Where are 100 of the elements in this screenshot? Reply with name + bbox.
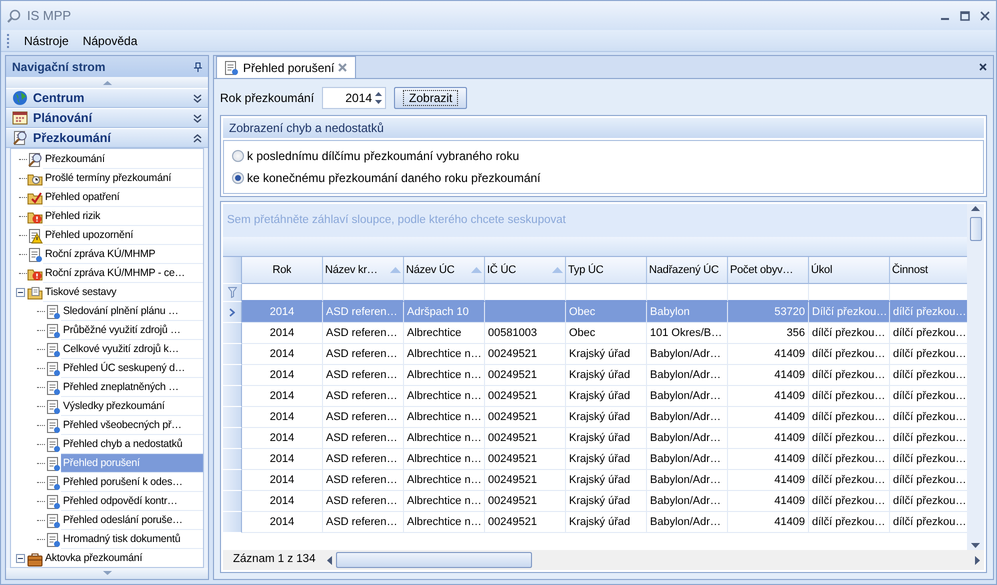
collapse-toggle[interactable]: [16, 554, 25, 563]
table-cell: 00249521: [485, 428, 566, 449]
scrollbar-thumb[interactable]: [970, 217, 982, 241]
group-title: Zobrazení chyb a nedostatků: [229, 120, 384, 137]
table-cell: ASD referen…: [323, 512, 404, 533]
maximize-icon[interactable]: [960, 10, 970, 20]
close-icon[interactable]: [979, 63, 987, 71]
table-cell: 41409: [728, 407, 809, 428]
row-header[interactable]: [223, 386, 242, 407]
table-cell: ASD referen…: [323, 344, 404, 365]
table-cell: 41409: [728, 491, 809, 512]
vertical-scrollbar[interactable]: [967, 204, 984, 550]
tree-item[interactable]: Tiskové sestavy: [43, 283, 203, 302]
table-cell: 2014: [242, 470, 323, 491]
panel-title: Navigační strom: [12, 58, 106, 76]
table-cell: 41409: [728, 386, 809, 407]
column-header[interactable]: Činnost: [890, 257, 967, 284]
radio-button[interactable]: [232, 172, 244, 184]
table-cell: Albrechtice n…: [404, 428, 485, 449]
table-cell: dílčí přezkou…: [809, 386, 890, 407]
tab-label[interactable]: Přehled porušení: [243, 58, 334, 76]
splitter-arrow-icon[interactable]: [102, 571, 112, 576]
row-header[interactable]: [223, 470, 242, 491]
menu-item[interactable]: Nástroje: [24, 32, 69, 50]
column-header[interactable]: Název kr…: [323, 257, 404, 284]
row-header[interactable]: [223, 428, 242, 449]
table-cell: Albrechtice n…: [404, 449, 485, 470]
tree-item[interactable]: Hromadný tisk dokumentů: [61, 530, 203, 549]
tree-item[interactable]: Průběžné využití zdrojů …: [61, 321, 203, 340]
row-header[interactable]: [223, 323, 242, 344]
table-cell: Obec: [566, 302, 647, 323]
column-header[interactable]: Nadřazený ÚC: [647, 257, 728, 284]
tree-item[interactable]: Přehled ÚC seskupený d…: [61, 359, 203, 378]
table-cell: 41409: [728, 365, 809, 386]
column-header[interactable]: Název ÚC: [404, 257, 485, 284]
expand-chevron-icon[interactable]: [193, 94, 202, 102]
table-cell: Adršpach 10: [404, 302, 485, 323]
tree-item[interactable]: Prošlé termíny přezkoumání: [43, 169, 203, 188]
column-header[interactable]: Typ ÚC: [566, 257, 647, 284]
table-cell: 00249521: [485, 407, 566, 428]
row-header[interactable]: [223, 407, 242, 428]
table-cell: 00249521: [485, 365, 566, 386]
tree-item[interactable]: Přezkoumání: [43, 150, 203, 169]
close-icon[interactable]: [980, 10, 990, 20]
tree-item[interactable]: Celkové využití zdrojů k…: [61, 340, 203, 359]
splitter-arrow-icon[interactable]: [102, 80, 112, 85]
folder-icon: [27, 190, 43, 206]
tree-item[interactable]: Přehled opatření: [43, 188, 203, 207]
tree-item[interactable]: Přehled porušení k odes…: [61, 473, 203, 492]
expand-chevron-icon[interactable]: [193, 114, 202, 122]
tree-item[interactable]: Přehled rizik: [43, 207, 203, 226]
column-header[interactable]: Rok: [242, 257, 323, 284]
table-cell: 41409: [728, 449, 809, 470]
collapse-chevron-icon[interactable]: [193, 134, 202, 142]
year-spinner[interactable]: 2014: [322, 87, 386, 109]
row-header[interactable]: [223, 302, 242, 323]
table-cell: Babylon/Adr…: [647, 344, 728, 365]
row-header[interactable]: [223, 491, 242, 512]
radio-button[interactable]: [232, 150, 244, 162]
column-header[interactable]: IČ ÚC: [485, 257, 566, 284]
sort-arrow-icon[interactable]: [471, 267, 482, 273]
pin-icon[interactable]: [194, 62, 202, 72]
table-cell: Albrechtice n…: [404, 470, 485, 491]
tree-item[interactable]: Přehled zneplatněných …: [61, 378, 203, 397]
table-cell: dílčí přezkou…: [809, 428, 890, 449]
radio-label[interactable]: k poslednímu dílčímu přezkoumání vybraného roku: [247, 147, 520, 165]
scrollbar-thumb[interactable]: [336, 552, 532, 568]
row-header[interactable]: [223, 512, 242, 533]
tree-item[interactable]: Přehled odeslání poruše…: [61, 511, 203, 530]
table-cell: Krajský úřad: [566, 344, 647, 365]
tree-item[interactable]: Přehled všeobecných př…: [61, 416, 203, 435]
sort-arrow-icon[interactable]: [390, 267, 401, 273]
row-header[interactable]: [223, 344, 242, 365]
tree-item[interactable]: Sledování plnění plánu …: [61, 302, 203, 321]
column-header[interactable]: Úkol: [809, 257, 890, 284]
folder-icon: [27, 284, 43, 300]
briefcase-icon: [27, 550, 43, 566]
scroll-left-icon[interactable]: [327, 556, 332, 564]
tree-item[interactable]: Roční zpráva KÚ/MHMP - ce…: [43, 264, 203, 283]
table-cell: dílčí přezkou…: [809, 407, 890, 428]
tree-item[interactable]: Výsledky přezkoumání: [61, 397, 203, 416]
show-button[interactable]: Zobrazit: [394, 87, 468, 109]
table-cell: ASD referen…: [323, 470, 404, 491]
menu-item[interactable]: Nápověda: [82, 32, 138, 50]
row-header[interactable]: [223, 365, 242, 386]
scroll-up-icon[interactable]: [971, 206, 980, 211]
tree-item[interactable]: Přehled odpovědí kontr…: [61, 492, 203, 511]
spin-arrows-icon[interactable]: [375, 91, 382, 105]
document-icon: [45, 418, 61, 434]
column-header[interactable]: Počet obyv…: [728, 257, 809, 284]
document-tab[interactable]: Přehled porušení: [216, 56, 356, 78]
row-header[interactable]: [223, 449, 242, 470]
tree-item[interactable]: Přehled upozornění: [43, 226, 203, 245]
sort-arrow-icon[interactable]: [552, 267, 563, 273]
radio-label[interactable]: ke konečnému přezkoumání daného roku přezkoumání: [247, 169, 541, 187]
scroll-right-icon[interactable]: [975, 556, 980, 564]
collapse-toggle[interactable]: [16, 288, 25, 297]
filter-icon[interactable]: [228, 287, 236, 298]
scroll-down-icon[interactable]: [971, 543, 980, 548]
tree-item[interactable]: Roční zpráva KÚ/MHMP: [43, 245, 203, 264]
